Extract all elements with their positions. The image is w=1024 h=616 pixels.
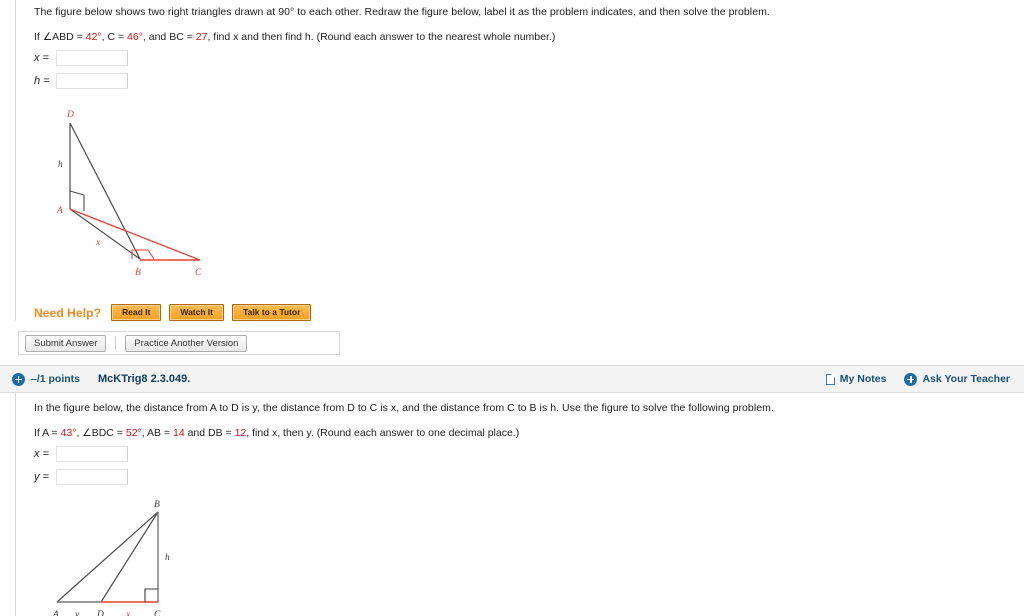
answer-input-x[interactable]: [56, 49, 128, 66]
answer-input-y2[interactable]: [56, 468, 128, 485]
answer-label-y2: y =: [34, 470, 49, 483]
answer-row-h: h =: [34, 72, 1024, 89]
answer-input-x2[interactable]: [56, 445, 128, 462]
problem-1-body: The figure below shows two right triangl…: [15, 0, 1024, 321]
problem-1: The figure below shows two right triangl…: [0, 0, 1024, 355]
figure-1-label-C: C: [195, 268, 202, 278]
submit-answer-button[interactable]: Submit Answer: [25, 334, 107, 352]
plus-circle-icon[interactable]: [12, 372, 25, 386]
figure-1-label-h: h: [58, 160, 63, 170]
figure-2-label-D: D: [96, 610, 104, 616]
given2-mid-3: and DB =: [184, 427, 235, 439]
answer-label-x2: x =: [34, 447, 49, 460]
given2-value-14: 14: [172, 427, 185, 439]
given2-value-52: 52°: [125, 427, 142, 439]
given-angle-abd: ∠ABD: [42, 31, 74, 43]
given-prefix: If: [34, 31, 43, 43]
given2-value-43: 43°: [60, 427, 77, 439]
figure-1-svg: D h A x B C: [56, 110, 202, 278]
problem-2-figure: B h A y D x C: [34, 497, 1024, 616]
figure-2-label-B: B: [154, 500, 160, 510]
figure-2-label-C: C: [154, 610, 161, 616]
problem-1-givens: If ∠ABD = 42°, C = 46°, and BC = 27, fin…: [34, 31, 1024, 43]
answer-label-h: h =: [34, 74, 50, 87]
ask-your-teacher-link[interactable]: Ask Your Teacher: [904, 372, 1010, 386]
plus-circle-icon-teacher: [904, 372, 918, 386]
question-code: McKTrig8 2.3.049.: [98, 373, 191, 385]
figure-2-label-h: h: [165, 553, 170, 563]
my-notes-link[interactable]: My Notes: [825, 373, 887, 385]
figure-2-label-A: A: [52, 610, 59, 616]
figure-1-label-D: D: [66, 110, 74, 120]
problem-2-header-bar: –/1 points McKTrig8 2.3.049. My Notes As…: [0, 365, 1024, 393]
given-value-46: 46°: [127, 31, 143, 43]
talk-to-a-tutor-button-1[interactable]: Talk to a Tutor: [232, 304, 312, 321]
header-right: My Notes Ask Your Teacher: [825, 372, 1010, 386]
ask-your-teacher-label: Ask Your Teacher: [922, 373, 1010, 385]
points-label: –/1 points: [31, 373, 81, 385]
given2-prefix: If A =: [34, 427, 61, 439]
figure-2-label-x: x: [125, 610, 131, 616]
given-mid-2: , and BC =: [142, 31, 196, 43]
answer-label-x: x =: [34, 51, 49, 64]
my-notes-label: My Notes: [839, 373, 887, 385]
problem-1-statement: The figure below shows two right triangl…: [34, 6, 770, 18]
given-tail: , find x and then find h. (Round each an…: [207, 31, 556, 43]
problem-2-body: In the figure below, the distance from A…: [16, 393, 1024, 616]
answer-row-y2: y =: [34, 468, 1024, 485]
answer-row-x: x =: [34, 49, 1024, 66]
figure-1-label-B: B: [135, 268, 141, 278]
note-page-icon: [825, 373, 835, 385]
given2-tail: , find x, then y. (Round each answer to …: [246, 427, 520, 439]
header-left: –/1 points McKTrig8 2.3.049.: [12, 372, 191, 386]
need-help-label-1: Need Help?: [34, 305, 102, 320]
problem-2-givens: If A = 43°, ∠BDC = 52°, AB = 14 and DB =…: [34, 427, 1024, 439]
figure-2-label-y: y: [74, 610, 80, 616]
figure-1-label-A: A: [56, 206, 63, 216]
given-mid-1: , C =: [101, 31, 128, 43]
given-value-27: 27: [195, 31, 208, 43]
read-it-button-1[interactable]: Read It: [111, 304, 162, 321]
problem-2-statement: In the figure below, the distance from A…: [34, 402, 774, 414]
figure-2-svg: B h A y D x C: [52, 500, 170, 616]
given2-mid-2: , AB =: [141, 427, 173, 439]
problem-1-need-help: Need Help? Read It Watch It Talk to a Tu…: [34, 304, 1024, 321]
button-divider: [115, 336, 117, 350]
homework-page: The figure below shows two right triangl…: [0, 0, 1024, 616]
problem-2: In the figure below, the distance from A…: [15, 393, 1024, 616]
answer-row-x2: x =: [34, 445, 1024, 462]
given2-value-12: 12: [234, 427, 247, 439]
given-eq-1: =: [73, 31, 86, 43]
figure-1-label-x: x: [95, 238, 101, 248]
watch-it-button-1[interactable]: Watch It: [169, 304, 225, 321]
practice-another-version-button[interactable]: Practice Another Version: [125, 334, 248, 352]
problem-1-submit-row: Submit Answer Practice Another Version: [18, 331, 340, 355]
answer-input-h[interactable]: [56, 72, 128, 89]
problem-1-figure: D h A x B C: [34, 103, 1024, 288]
given2-mid-1: , ∠BDC =: [76, 427, 126, 439]
given-value-42: 42°: [85, 31, 102, 43]
